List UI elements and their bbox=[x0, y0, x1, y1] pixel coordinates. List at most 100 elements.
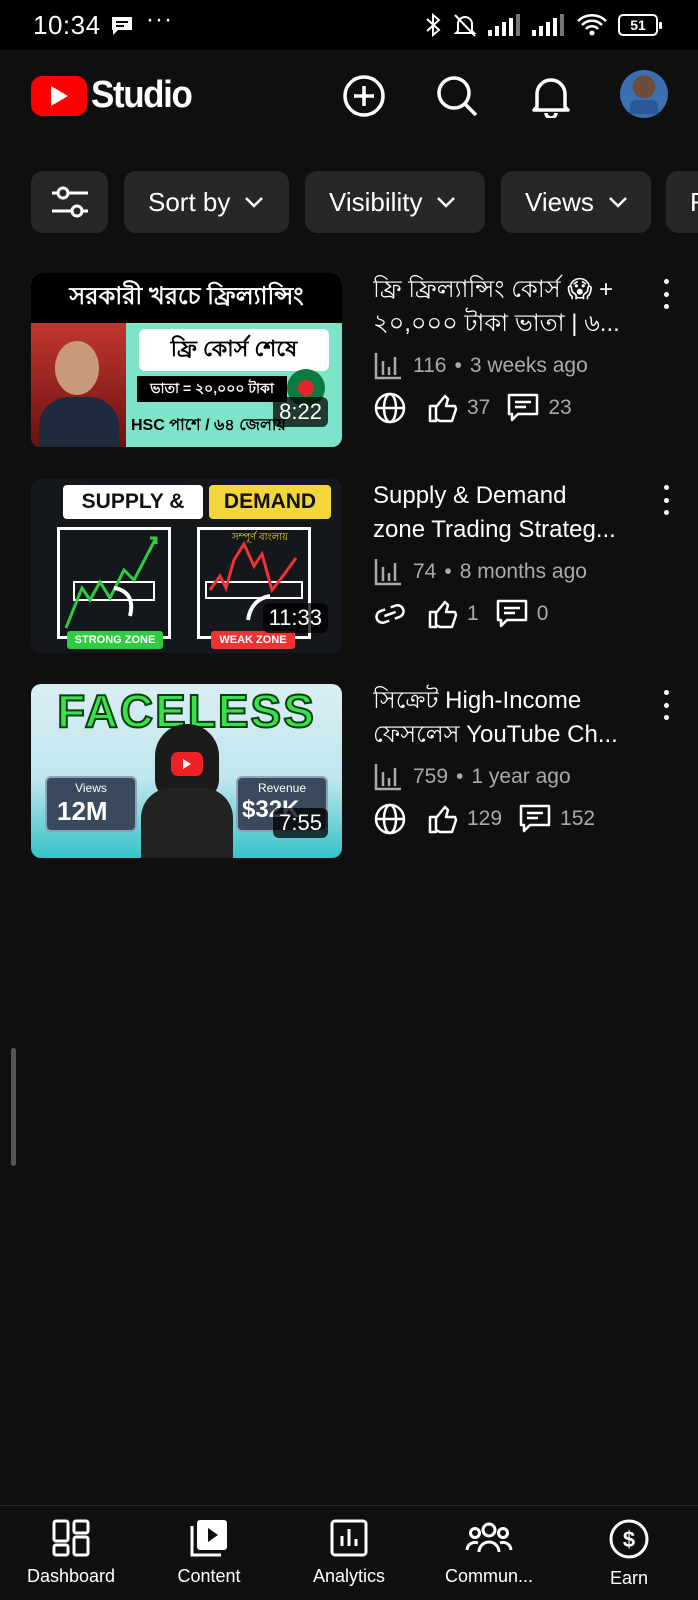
thumbnail-text: SUPPLY & bbox=[81, 490, 185, 513]
strong-zone-chart bbox=[57, 527, 171, 639]
app-header: Studio bbox=[0, 50, 698, 150]
more-notifications-icon: ··· bbox=[146, 6, 173, 33]
thumbnail-text: DEMAND bbox=[223, 490, 317, 513]
separator: • bbox=[456, 765, 464, 788]
video-row[interactable]: সরকারী খরচে ফ্রিল্যান্সিং ফ্রি কোর্স শেষ… bbox=[0, 273, 698, 453]
upload-age: 8 months ago bbox=[459, 560, 587, 583]
chevron-down-icon bbox=[608, 196, 628, 208]
studio-logo[interactable]: Studio bbox=[31, 74, 200, 117]
chevron-down-icon bbox=[436, 196, 456, 208]
bar-chart-icon bbox=[373, 762, 403, 792]
nav-dashboard[interactable]: Dashboard bbox=[1, 1518, 141, 1587]
sort-by-chip[interactable]: Sort by bbox=[124, 171, 289, 233]
avatar[interactable] bbox=[620, 70, 668, 118]
view-count: 759 bbox=[413, 765, 449, 788]
chip-label: Sort by bbox=[148, 186, 231, 217]
bar-chart-icon bbox=[373, 351, 403, 381]
brand-name: Studio bbox=[91, 74, 193, 116]
filter-settings-icon bbox=[50, 184, 90, 220]
presenter-photo bbox=[31, 323, 126, 447]
bluetooth-icon bbox=[424, 12, 442, 38]
comment-icon bbox=[518, 803, 552, 835]
view-count: 116 bbox=[413, 354, 447, 377]
svg-text:$: $ bbox=[623, 1527, 635, 1552]
notifications-button[interactable] bbox=[527, 72, 575, 120]
nav-label: Content bbox=[177, 1566, 241, 1586]
thumbnail-text: 12M bbox=[57, 796, 108, 826]
comment-count: 0 bbox=[536, 602, 549, 625]
video-title-line: ফ্রি ফ্রিল্যান্সিং কোর্স 😱 + bbox=[373, 276, 613, 303]
video-engagement: 37 23 bbox=[373, 391, 588, 425]
thumbnail-text: ভাতা = ২০,০০০ টাকা bbox=[150, 380, 274, 396]
video-title[interactable]: সিক্রেট High-Income ফেসলেস YouTube Ch... bbox=[373, 684, 653, 752]
video-title[interactable]: Supply & Demand zone Trading Strateg... bbox=[373, 479, 653, 547]
video-engagement: 1 0 bbox=[373, 597, 564, 631]
video-duration: 7:55 bbox=[273, 808, 328, 838]
views-chip[interactable]: Views bbox=[501, 171, 651, 233]
video-title-line: zone Trading Strateg... bbox=[373, 516, 616, 543]
more-filter-chip[interactable]: F bbox=[666, 171, 698, 233]
video-title-line: Supply & Demand bbox=[373, 482, 567, 509]
chip-label: Views bbox=[525, 186, 594, 217]
video-thumbnail[interactable]: SUPPLY & DEMAND সম্পূর্ণ বাংলায় STRONG … bbox=[31, 479, 342, 653]
community-icon bbox=[465, 1518, 513, 1558]
thumbs-up-icon bbox=[427, 392, 459, 424]
video-title[interactable]: ফ্রি ফ্রিল্যান্সিং কোর্স 😱 + ২০,০০০ টাকা… bbox=[373, 273, 653, 341]
battery-icon: 51 bbox=[618, 14, 662, 36]
separator: • bbox=[454, 354, 462, 377]
video-duration: 11:33 bbox=[262, 603, 328, 633]
dashboard-icon bbox=[51, 1518, 91, 1558]
globe-icon bbox=[373, 391, 407, 425]
video-row[interactable]: FACELESS Views 12M Revenue $32K 7:55 সিক… bbox=[0, 684, 698, 864]
thumbnail-text: সম্পূর্ণ বাংলায় bbox=[231, 531, 289, 543]
nav-earn[interactable]: $ Earn bbox=[559, 1518, 698, 1589]
views-card: Views 12M bbox=[45, 776, 137, 832]
thumbnail-text: ফ্রি কোর্স শেষে bbox=[170, 335, 298, 361]
create-button[interactable] bbox=[340, 72, 388, 120]
more-options-icon[interactable] bbox=[656, 279, 676, 309]
signal-icon-2 bbox=[532, 13, 566, 37]
hooded-figure bbox=[141, 724, 233, 858]
video-thumbnail[interactable]: FACELESS Views 12M Revenue $32K 7:55 bbox=[31, 684, 342, 858]
filter-bar: Sort by Visibility Views F bbox=[0, 171, 698, 235]
video-stats: 116 • 3 weeks ago bbox=[373, 351, 588, 381]
filter-settings-button[interactable] bbox=[31, 171, 108, 233]
thumbnail-text: HSC পাশে / ৬৪ জেলায় bbox=[131, 416, 286, 434]
more-options-icon[interactable] bbox=[656, 485, 676, 515]
search-icon bbox=[435, 74, 479, 118]
video-title-line: সিক্রেট High-Income bbox=[373, 687, 582, 714]
more-options-icon[interactable] bbox=[656, 690, 676, 720]
silent-bell-icon bbox=[452, 12, 478, 38]
comment-icon bbox=[495, 598, 529, 630]
video-duration: 8:22 bbox=[273, 397, 328, 427]
view-count: 74 bbox=[413, 560, 437, 583]
thumbnail-text: Revenue bbox=[257, 781, 307, 795]
visibility-chip[interactable]: Visibility bbox=[305, 171, 485, 233]
nav-label: Dashboard bbox=[26, 1566, 116, 1586]
comment-count: 23 bbox=[548, 396, 572, 419]
scrollbar[interactable] bbox=[11, 1048, 16, 1166]
video-title-line: ফেসলেস YouTube Ch... bbox=[373, 721, 618, 748]
globe-icon bbox=[373, 802, 407, 836]
chevron-down-icon bbox=[244, 196, 264, 208]
video-thumbnail[interactable]: সরকারী খরচে ফ্রিল্যান্সিং ফ্রি কোর্স শেষ… bbox=[31, 273, 342, 447]
plus-circle-icon bbox=[342, 74, 386, 118]
thumbs-up-icon bbox=[427, 803, 459, 835]
nav-label: Earn bbox=[609, 1568, 649, 1588]
like-count: 37 bbox=[467, 396, 491, 419]
nav-analytics[interactable]: Analytics bbox=[279, 1518, 419, 1587]
search-button[interactable] bbox=[433, 72, 481, 120]
thumbnail-text: Views bbox=[75, 781, 107, 795]
thumbnail-text: সরকারী খরচে ফ্রিল্যান্সিং bbox=[69, 283, 304, 310]
video-row[interactable]: SUPPLY & DEMAND সম্পূর্ণ বাংলায় STRONG … bbox=[0, 479, 698, 659]
thumbnail-text: STRONG ZONE bbox=[74, 634, 156, 646]
upload-age: 1 year ago bbox=[471, 765, 571, 788]
status-bar: 10:34 ··· 51 bbox=[0, 0, 698, 50]
thumbnail-text: WEAK ZONE bbox=[219, 634, 287, 646]
upload-age: 3 weeks ago bbox=[469, 354, 588, 377]
analytics-icon bbox=[329, 1518, 369, 1558]
nav-content[interactable]: Content bbox=[139, 1518, 279, 1587]
nav-label: Analytics bbox=[312, 1566, 386, 1586]
bottom-navigation: Dashboard Content Analytics Commun... $ … bbox=[0, 1505, 698, 1600]
nav-community[interactable]: Commun... bbox=[419, 1518, 559, 1587]
